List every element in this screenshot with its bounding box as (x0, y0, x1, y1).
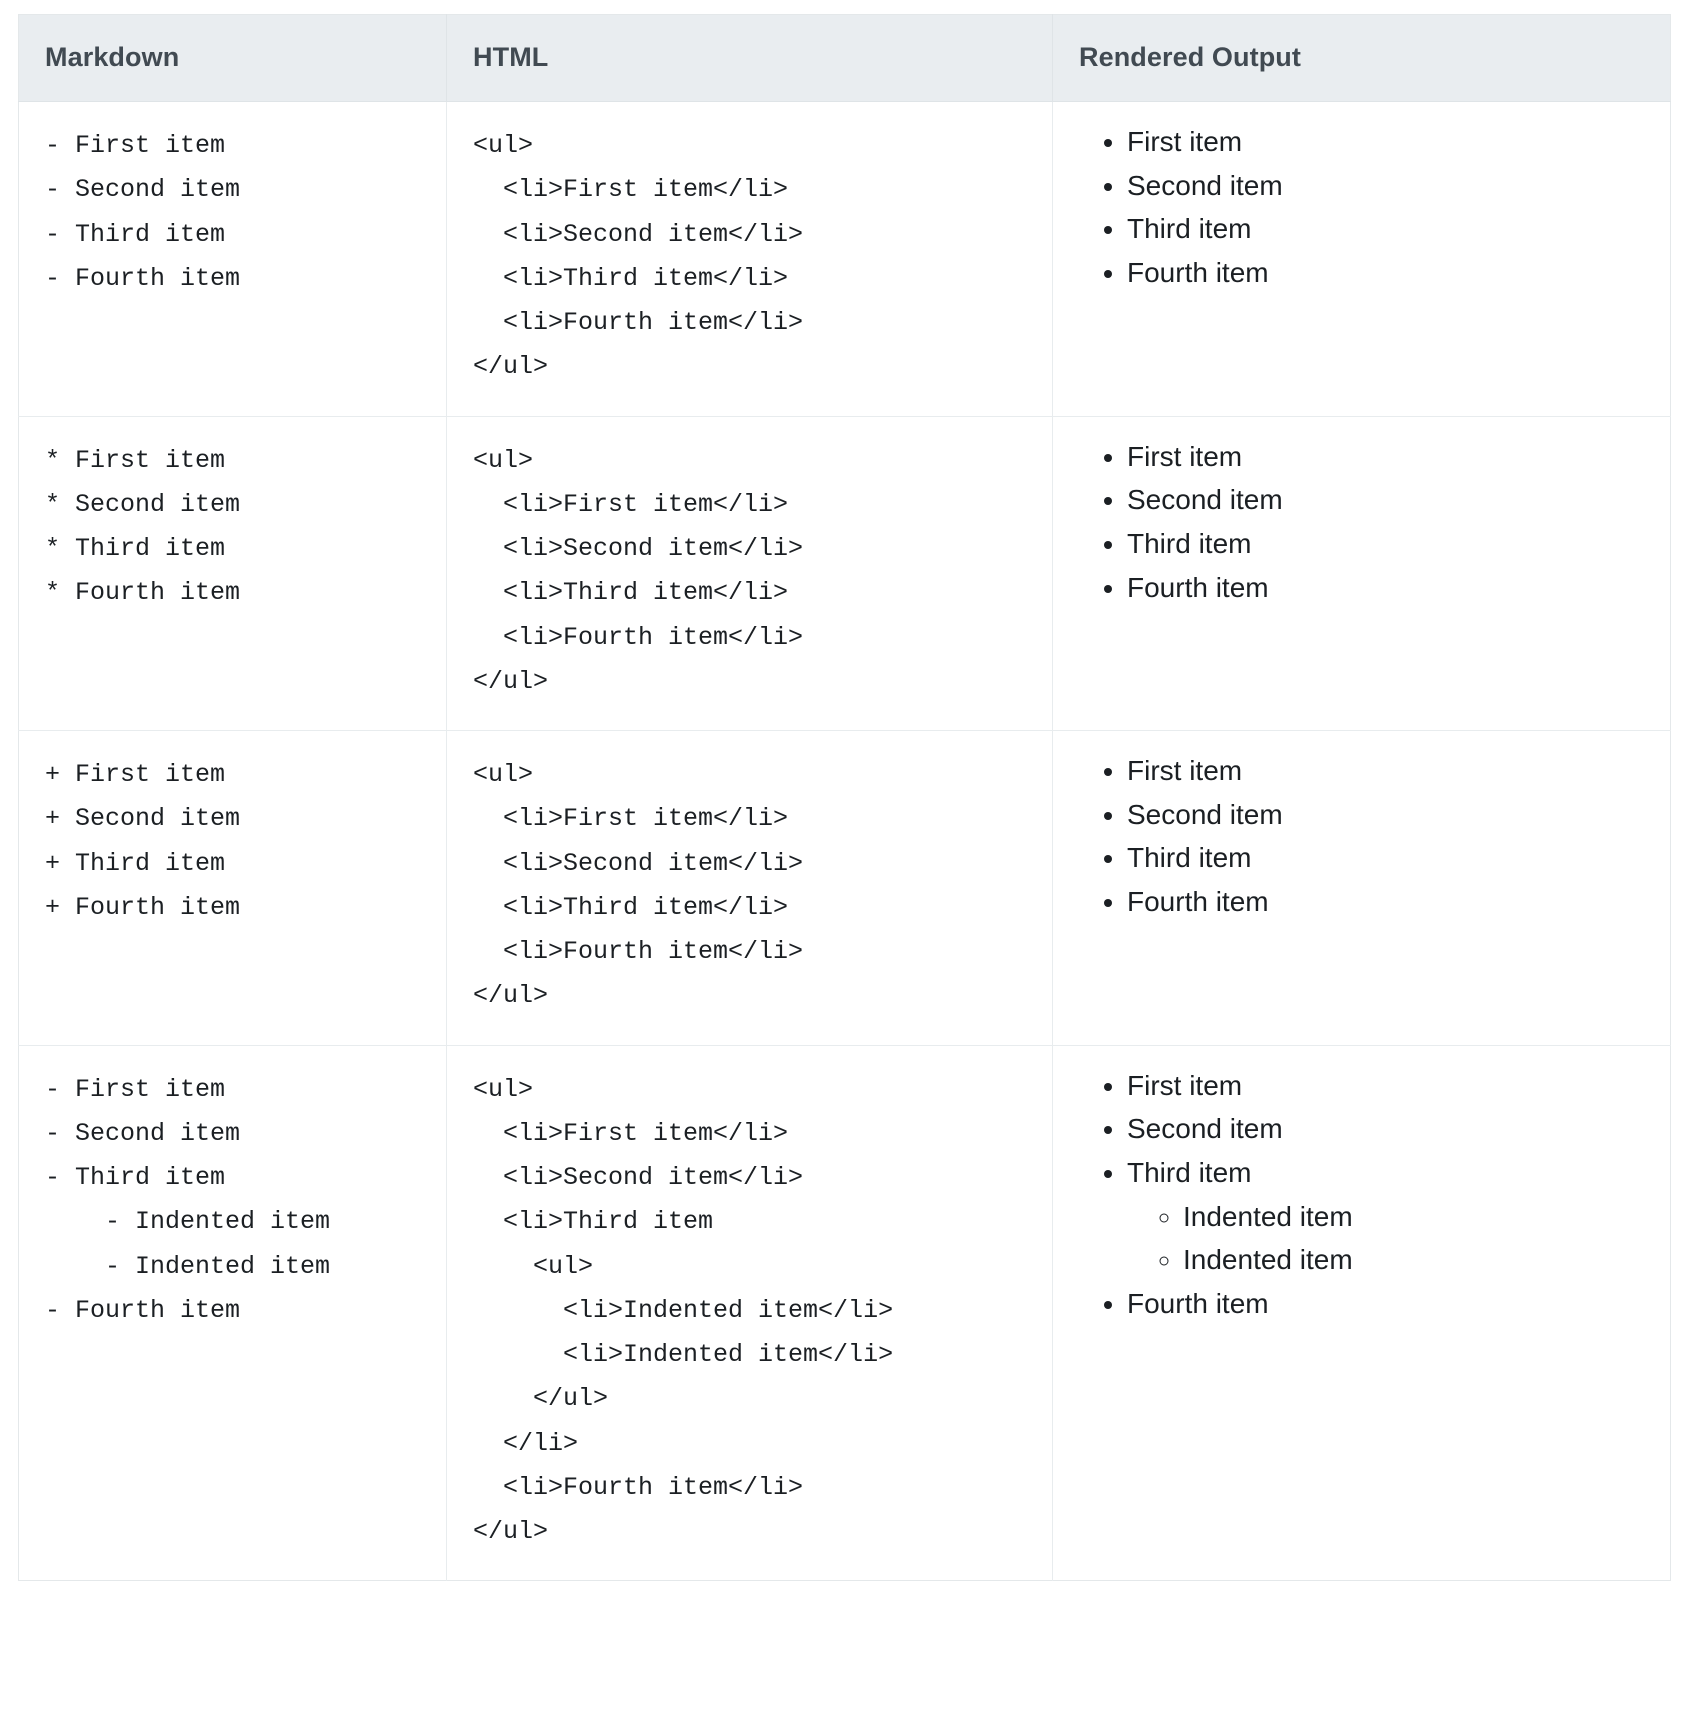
rendered-output-cell: First itemSecond itemThird itemFourth it… (1052, 415, 1671, 731)
markdown-code: - First item - Second item - Third item … (45, 1074, 331, 1325)
table-row: - First item - Second item - Third item … (18, 1044, 1671, 1581)
nested-list-item: Indented item (1183, 1238, 1644, 1282)
list-item: First item (1127, 749, 1644, 793)
rendered-output-cell: First itemSecond itemThird itemIndented … (1052, 1044, 1671, 1581)
list-item: Fourth item (1127, 251, 1644, 295)
nested-list: Indented itemIndented item (1127, 1195, 1644, 1282)
markdown-cell: - First item - Second item - Third item … (18, 101, 447, 416)
markdown-code: - First item - Second item - Third item … (45, 131, 241, 293)
list-item: Fourth item (1127, 880, 1644, 924)
markdown-code: + First item + Second item + Third item … (45, 760, 241, 922)
column-header-markdown: Markdown (18, 14, 447, 102)
rendered-list: First itemSecond itemThird itemFourth it… (1079, 435, 1644, 610)
html-code: <ul> <li>First item</li> <li>Second item… (473, 131, 804, 382)
list-item: Third item (1127, 836, 1644, 880)
column-header-rendered-output: Rendered Output (1052, 14, 1671, 102)
html-cell: <ul> <li>First item</li> <li>Second item… (446, 1044, 1053, 1581)
list-item: Third item (1127, 522, 1644, 566)
table-row: - First item - Second item - Third item … (18, 101, 1671, 416)
list-item: First item (1127, 435, 1644, 479)
rendered-output-cell: First itemSecond itemThird itemFourth it… (1052, 730, 1671, 1045)
html-cell: <ul> <li>First item</li> <li>Second item… (446, 101, 1053, 416)
rendered-list: First itemSecond itemThird itemFourth it… (1079, 120, 1644, 295)
markdown-code: * First item * Second item * Third item … (45, 445, 241, 608)
markdown-cell: * First item * Second item * Third item … (18, 415, 447, 731)
rendered-output-cell: First itemSecond itemThird itemFourth it… (1052, 101, 1671, 416)
html-cell: <ul> <li>First item</li> <li>Second item… (446, 415, 1053, 731)
html-cell: <ul> <li>First item</li> <li>Second item… (446, 730, 1053, 1045)
list-item: Second item (1127, 478, 1644, 522)
rendered-list: First itemSecond itemThird itemFourth it… (1079, 749, 1644, 924)
list-item: Third itemIndented itemIndented item (1127, 1151, 1644, 1282)
html-code: <ul> <li>First item</li> <li>Second item… (473, 445, 804, 696)
markdown-cell: - First item - Second item - Third item … (18, 1044, 447, 1581)
html-code: <ul> <li>First item</li> <li>Second item… (473, 1074, 894, 1547)
table-body: - First item - Second item - Third item … (18, 101, 1671, 1581)
markdown-syntax-table: Markdown HTML Rendered Output - First it… (18, 14, 1671, 1582)
table-row: + First item + Second item + Third item … (18, 730, 1671, 1045)
html-code: <ul> <li>First item</li> <li>Second item… (473, 760, 804, 1011)
list-item: Third item (1127, 207, 1644, 251)
list-item: First item (1127, 1064, 1644, 1108)
list-item: Second item (1127, 1107, 1644, 1151)
column-header-html: HTML (446, 14, 1053, 102)
table-header-row: Markdown HTML Rendered Output (18, 14, 1671, 102)
table-header: Markdown HTML Rendered Output (18, 14, 1671, 102)
rendered-list: First itemSecond itemThird itemIndented … (1079, 1064, 1644, 1326)
list-item: First item (1127, 120, 1644, 164)
list-item: Second item (1127, 164, 1644, 208)
list-item: Fourth item (1127, 1282, 1644, 1326)
nested-list-item: Indented item (1183, 1195, 1644, 1239)
markdown-cell: + First item + Second item + Third item … (18, 730, 447, 1045)
list-item: Fourth item (1127, 566, 1644, 610)
page-container: Markdown HTML Rendered Output - First it… (0, 0, 1688, 1726)
list-item: Second item (1127, 793, 1644, 837)
table-row: * First item * Second item * Third item … (18, 415, 1671, 731)
